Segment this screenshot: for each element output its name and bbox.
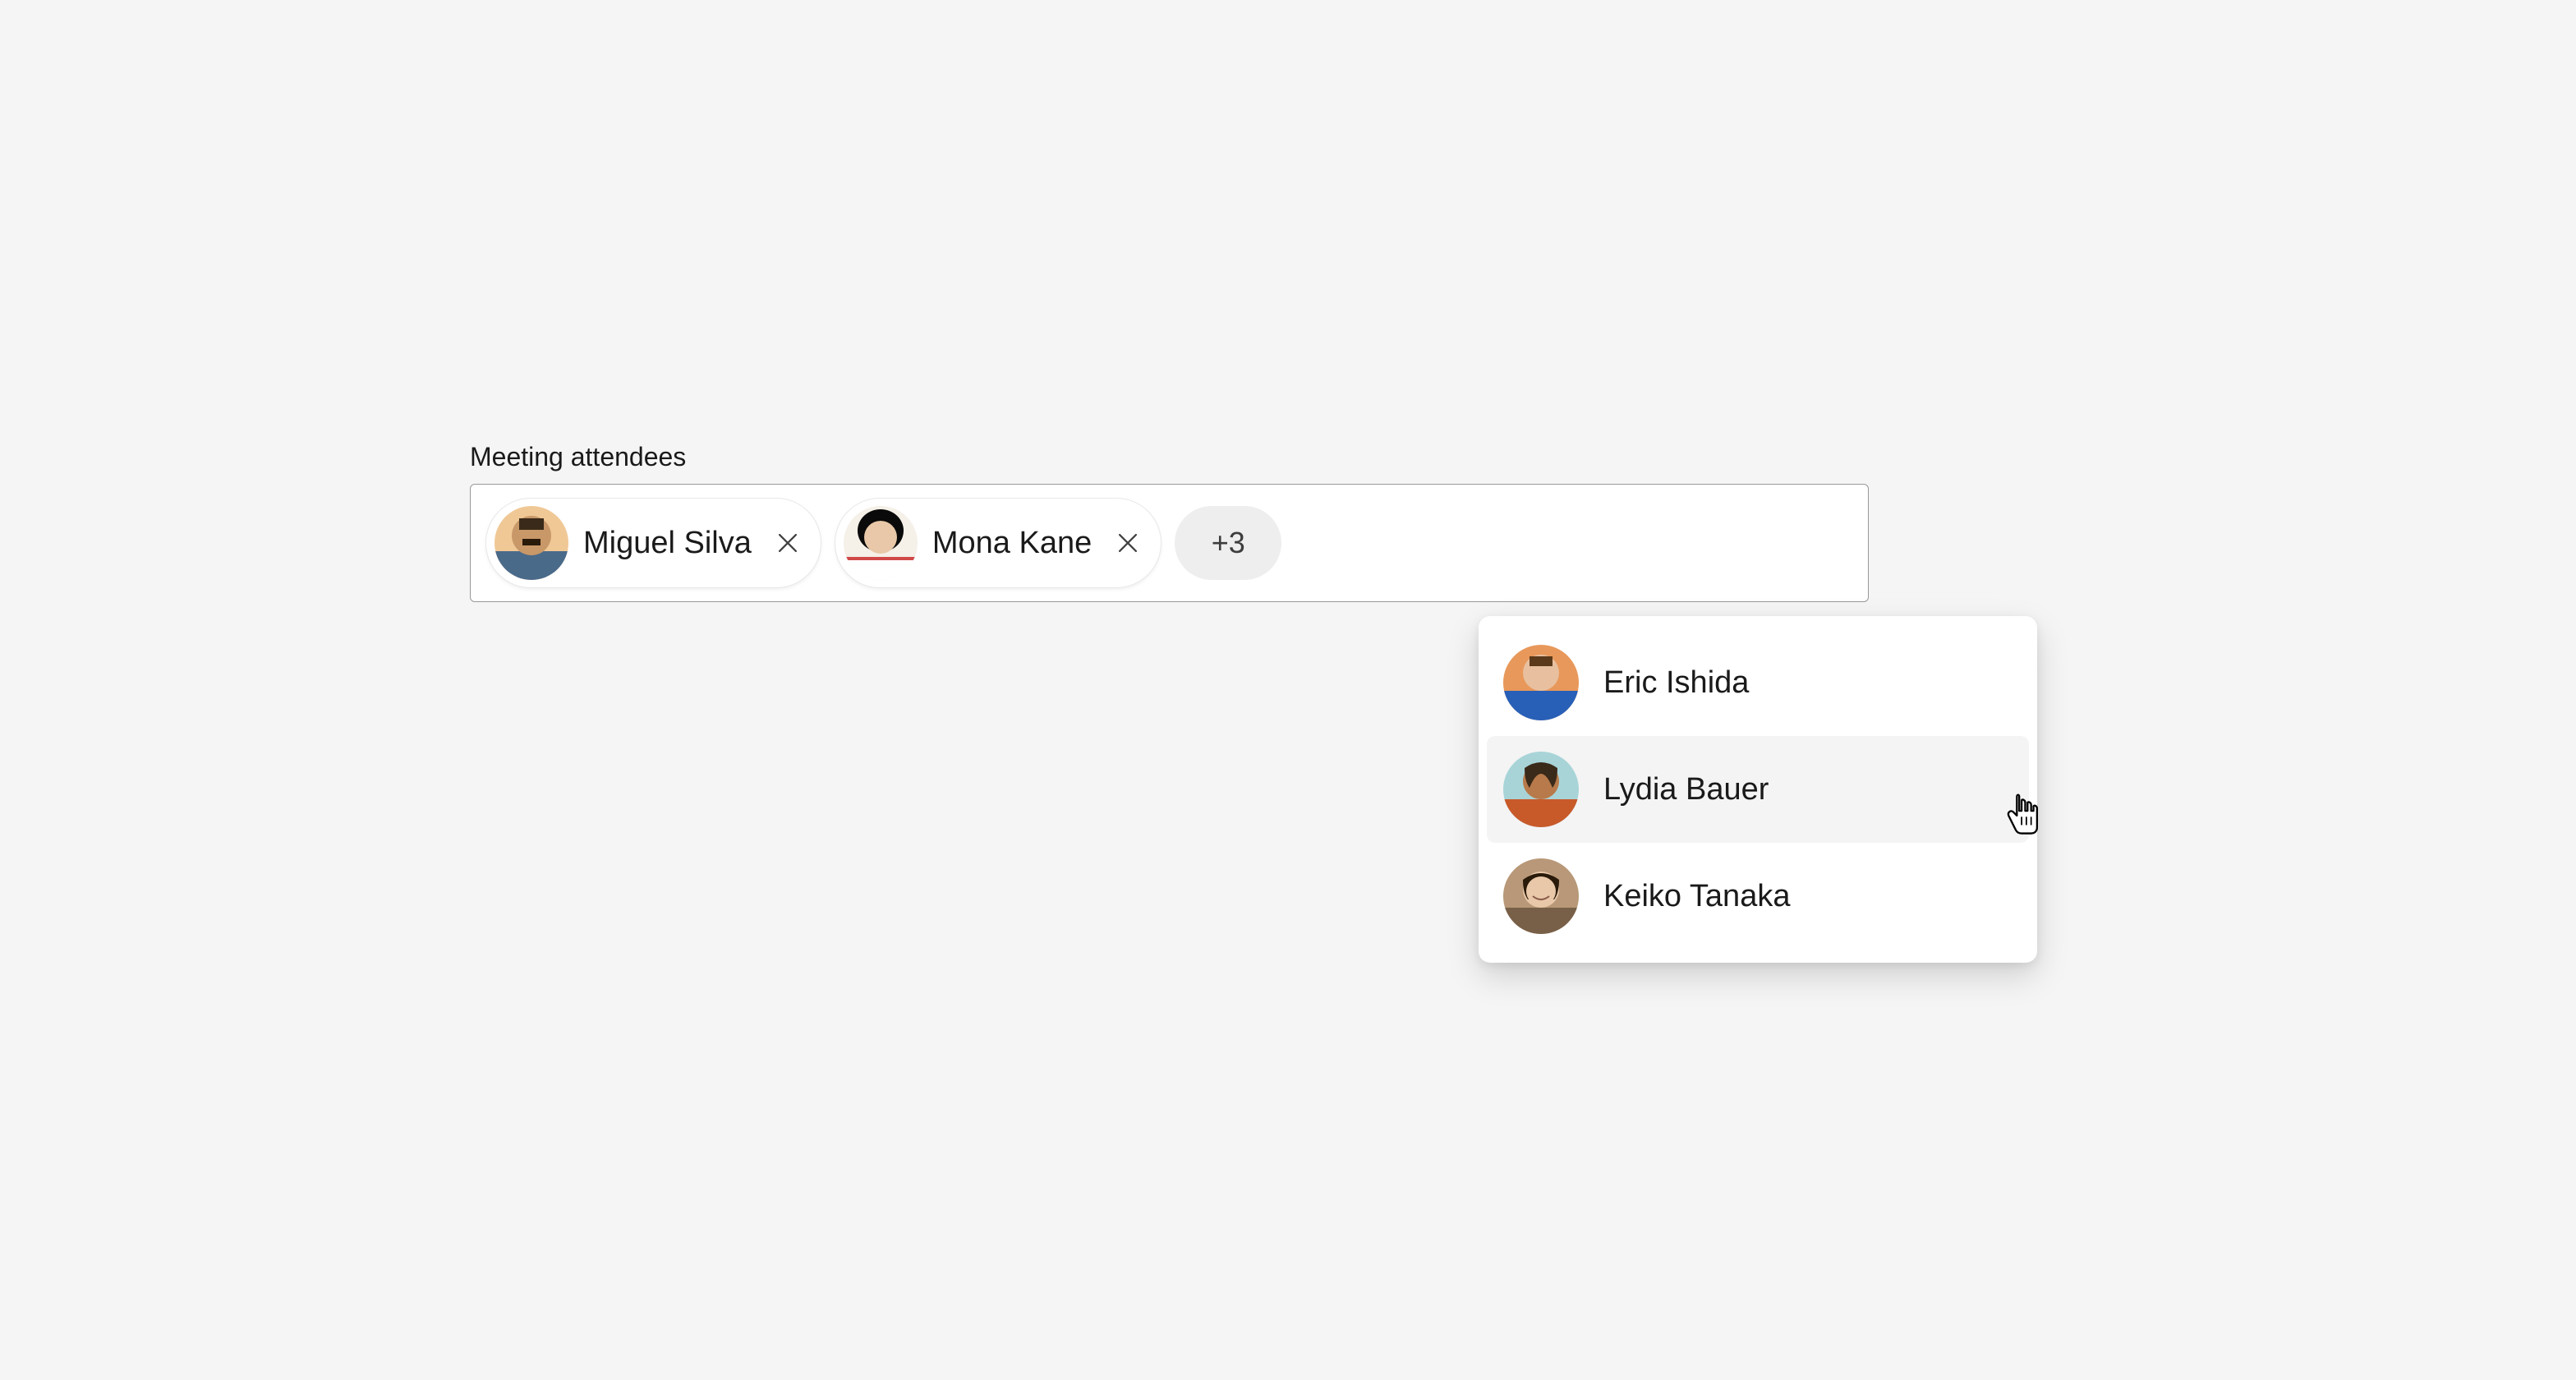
dropdown-item-name: Eric Ishida: [1603, 665, 1749, 701]
person-chip[interactable]: Miguel Silva: [485, 498, 821, 588]
avatar: [1503, 645, 1579, 720]
dropdown-item[interactable]: Keiko Tanaka: [1487, 843, 2029, 950]
dropdown-item[interactable]: Lydia Bauer: [1487, 736, 2029, 843]
dropdown-item-name: Keiko Tanaka: [1603, 879, 1790, 914]
overflow-count-badge[interactable]: +3: [1175, 506, 1281, 580]
chip-name: Mona Kane: [932, 526, 1092, 561]
person-chip[interactable]: Mona Kane: [835, 498, 1162, 588]
dropdown-item-name: Lydia Bauer: [1603, 772, 1769, 807]
close-icon[interactable]: [1111, 527, 1144, 559]
avatar: [494, 506, 568, 580]
avatar: [1503, 858, 1579, 934]
avatar: [844, 506, 918, 580]
avatar: [1503, 752, 1579, 827]
dropdown-item[interactable]: Eric Ishida: [1487, 629, 2029, 736]
attendees-input-box[interactable]: Miguel Silva Mona Kane: [470, 484, 1869, 602]
field-label: Meeting attendees: [470, 442, 1869, 472]
attendees-field: Meeting attendees Miguel Silva: [470, 442, 1869, 602]
close-icon[interactable]: [771, 527, 804, 559]
chip-name: Miguel Silva: [583, 526, 752, 561]
overflow-dropdown: Eric Ishida Lydia Bauer: [1479, 616, 2037, 963]
